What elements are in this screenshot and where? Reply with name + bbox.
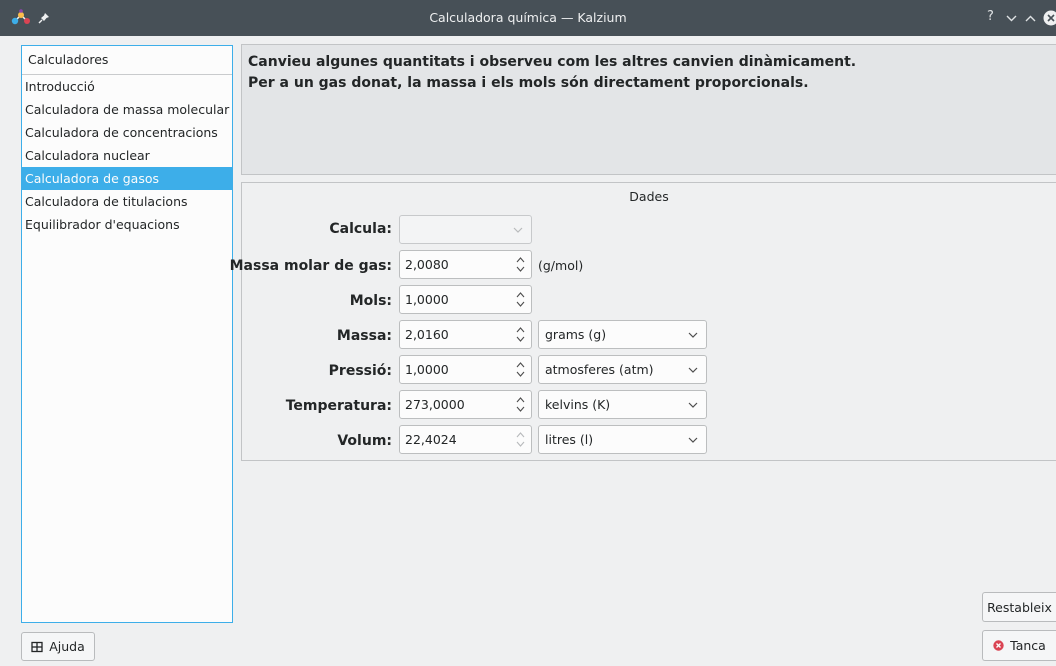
close-icon [993, 640, 1004, 651]
volume-unit-select[interactable]: litres (l) [538, 425, 707, 454]
close-window-button[interactable] [1043, 8, 1056, 28]
calculate-label: Calcula: [329, 221, 392, 237]
info-line-1: Canvieu algunes quantitats i observeu co… [248, 54, 857, 70]
pressure-value: 1,0000 [405, 362, 449, 377]
chevron-down-icon [688, 402, 698, 408]
close-dialog-button-label: Tanca [1010, 638, 1046, 653]
mass-input[interactable]: 2,0160 [399, 320, 532, 349]
data-group: Dades Calcula: Massa molar de gas: 2,008… [230, 182, 1056, 461]
temperature-unit-select[interactable]: kelvins (K) [538, 390, 707, 419]
maximize-button[interactable] [1023, 8, 1037, 28]
help-button[interactable]: ? [987, 9, 994, 24]
help-dialog-button-label: Ajuda [49, 639, 85, 654]
group-title: Dades [629, 189, 669, 204]
moles-value: 1,0000 [405, 292, 449, 307]
spin-arrows-icon[interactable] [516, 431, 525, 448]
molar-mass-value: 2,0080 [405, 257, 449, 272]
pressure-label: Pressió: [328, 363, 392, 379]
moles-input[interactable]: 1,0000 [399, 285, 532, 314]
moles-label: Mols: [349, 293, 392, 309]
reset-button-label: Restableix [987, 599, 1052, 615]
reset-button[interactable]: Restableix [982, 592, 1056, 622]
pressure-input[interactable]: 1,0000 [399, 355, 532, 384]
sidebar-item-introduction[interactable]: Introducció [22, 75, 232, 98]
minimize-button[interactable] [1004, 8, 1018, 28]
close-dialog-button[interactable]: Tanca [982, 630, 1056, 661]
sidebar-header: Calculadores [22, 46, 232, 75]
title-bar: Calculadora química — Kalzium ? [0, 0, 1056, 36]
volume-value: 22,4024 [405, 432, 457, 447]
pressure-unit-value: atmosferes (atm) [545, 362, 654, 377]
molar-mass-unit: (g/mol) [538, 258, 584, 273]
mass-unit-select[interactable]: grams (g) [538, 320, 707, 349]
spin-arrows-icon[interactable] [516, 396, 525, 413]
help-book-icon [31, 641, 43, 652]
calculate-select[interactable] [399, 215, 532, 244]
chevron-down-icon [688, 367, 698, 373]
sidebar-item-titration[interactable]: Calculadora de titulacions [22, 190, 232, 213]
sidebar-item-molecular-mass[interactable]: Calculadora de massa molecular [22, 98, 232, 121]
spin-arrows-icon[interactable] [516, 326, 525, 343]
help-dialog-button[interactable]: Ajuda [21, 632, 95, 661]
temperature-label: Temperatura: [285, 398, 392, 414]
molar-mass-label: Massa molar de gas: [229, 258, 392, 274]
info-panel: Canvieu algunes quantitats i observeu co… [241, 44, 1056, 175]
sidebar-item-gas[interactable]: Calculadora de gasos [22, 167, 232, 190]
info-line-2: Per a un gas donat, la massa i els mols … [248, 75, 809, 91]
mass-unit-value: grams (g) [545, 327, 607, 342]
volume-unit-value: litres (l) [545, 432, 594, 447]
molar-mass-input[interactable]: 2,0080 [399, 250, 532, 279]
window-title: Calculadora química — Kalzium [429, 10, 627, 25]
temperature-input[interactable]: 273,0000 [399, 390, 532, 419]
calculators-list[interactable]: Calculadores Introducció Calculadora de … [21, 45, 233, 623]
spin-arrows-icon[interactable] [516, 291, 525, 308]
chevron-down-icon [688, 437, 698, 443]
mass-value: 2,0160 [405, 327, 449, 342]
temperature-value: 273,0000 [405, 397, 465, 412]
sidebar-item-equation-balancer[interactable]: Equilibrador d'equacions [22, 213, 232, 236]
temperature-unit-value: kelvins (K) [545, 397, 611, 412]
chevron-down-icon [513, 227, 523, 233]
volume-label: Volum: [337, 433, 392, 449]
spin-arrows-icon[interactable] [516, 256, 525, 273]
volume-input[interactable]: 22,4024 [399, 425, 532, 454]
pressure-unit-select[interactable]: atmosferes (atm) [538, 355, 707, 384]
sidebar-item-concentration[interactable]: Calculadora de concentracions [22, 121, 232, 144]
sidebar-item-nuclear[interactable]: Calculadora nuclear [22, 144, 232, 167]
mass-label: Massa: [336, 328, 392, 344]
spin-arrows-icon[interactable] [516, 361, 525, 378]
chevron-down-icon [688, 332, 698, 338]
